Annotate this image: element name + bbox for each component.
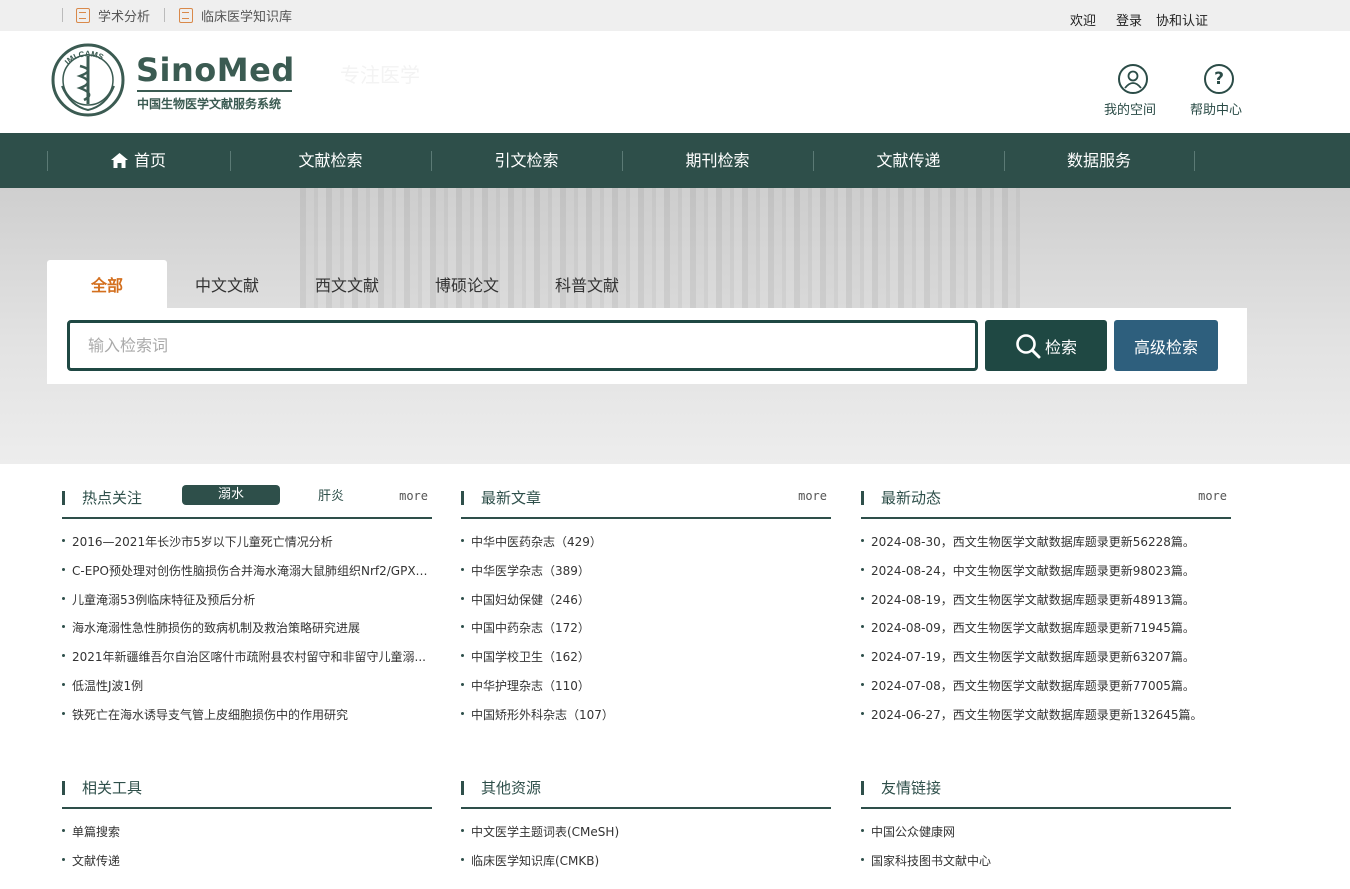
tools-title: 相关工具 [82,779,143,797]
header: IMI.CAMS SinoMed 中国生物医学文献服务系统 专注医学 我的空间 … [0,31,1350,133]
news-more-link[interactable]: more [1198,489,1227,503]
tools-panel: 相关工具 单篇搜索 文献传递 [62,775,432,881]
nav-literature-search[interactable]: 文献检索 [230,133,431,188]
advanced-search-button[interactable]: 高级检索 [1114,320,1218,371]
login-link[interactable]: 登录 [1116,10,1142,29]
list-item[interactable]: 2024-08-19，西文生物医学文献数据库题录更新48913篇。 [861,591,1231,620]
latest-articles-panel: 最新文章 more 中华中医药杂志（429） 中华医学杂志（389） 中国妇幼保… [461,485,831,735]
divider [164,8,165,22]
slogan: 专注医学 [340,63,420,87]
logo-subtitle: 中国生物医学文献服务系统 [137,97,282,111]
section-marker [62,491,65,505]
list-item[interactable]: 2024-08-30，西文生物医学文献数据库题录更新56228篇。 [861,533,1231,562]
nav-citation-search[interactable]: 引文检索 [431,133,622,188]
latest-articles-title: 最新文章 [481,489,542,507]
list-item[interactable]: 中华中医药杂志（429） [461,533,831,562]
list-item[interactable]: 中华护理杂志（110） [461,677,831,706]
academic-analysis-link[interactable]: 学术分析 [76,6,150,25]
section-marker [461,781,464,795]
search-box: 检索 高级检索 [47,308,1247,384]
pumch-auth-link[interactable]: 协和认证 [1156,10,1208,29]
list-item[interactable]: 中文医学主题词表(CMeSH) [461,823,831,852]
book-icon [179,8,193,23]
hot-more-link[interactable]: more [399,489,428,503]
logo-underline [137,90,292,92]
divider [62,8,63,22]
friend-links-title: 友情链接 [881,779,942,797]
list-item[interactable]: 2016—2021年长沙市5岁以下儿童死亡情况分析 [62,533,432,562]
clinical-kb-label: 临床医学知识库 [201,10,293,25]
main-nav: 首页 文献检索 引文检索 期刊检索 文献传递 数据服务 [0,133,1350,188]
resources-title: 其他资源 [481,779,542,797]
home-icon [110,153,128,168]
tab-chinese-literature[interactable]: 中文文献 [167,260,287,308]
my-space-link[interactable]: 我的空间 [1104,99,1156,118]
nav-home-label: 首页 [133,151,166,170]
search-input[interactable] [67,320,978,371]
search-button[interactable]: 检索 [985,320,1107,371]
latest-news-panel: 最新动态 more 2024-08-30，西文生物医学文献数据库题录更新5622… [861,485,1231,735]
nav-divider [1194,151,1195,171]
list-item[interactable]: 2024-06-27，西文生物医学文献数据库题录更新132645篇。 [861,706,1231,735]
nav-journal-search[interactable]: 期刊检索 [622,133,813,188]
top-bar: 学术分析 临床医学知识库 欢迎 登录 协和认证 [0,0,1350,31]
list-item[interactable]: 中国矫形外科杂志（107） [461,706,831,735]
tab-popular-science[interactable]: 科普文献 [527,260,647,308]
nav-document-delivery[interactable]: 文献传递 [813,133,1004,188]
friend-links-panel: 友情链接 中国公众健康网 国家科技图书文献中心 [861,775,1231,881]
nav-data-service[interactable]: 数据服务 [1004,133,1194,188]
welcome-text: 欢迎 [1070,14,1097,29]
list-item[interactable]: 国家科技图书文献中心 [861,852,1231,881]
list-item[interactable]: 2024-07-08，西文生物医学文献数据库题录更新77005篇。 [861,677,1231,706]
nav-home[interactable]: 首页 [47,133,230,188]
logo-name[interactable]: SinoMed [136,51,295,89]
section-marker [461,491,464,505]
tab-western-literature[interactable]: 西文文献 [287,260,407,308]
list-item[interactable]: 中国公众健康网 [861,823,1231,852]
articles-more-link[interactable]: more [798,489,827,503]
list-item[interactable]: 铁死亡在海水诱导支气管上皮细胞损伤中的作用研究 [62,706,432,735]
academic-analysis-label: 学术分析 [98,10,151,25]
list-item[interactable]: 文献传递 [62,852,432,881]
user-icon[interactable] [1118,64,1148,94]
hot-tag-hepatitis[interactable]: 肝炎 [318,485,344,504]
latest-news-title: 最新动态 [881,489,942,507]
list-item[interactable]: 2024-08-24，中文生物医学文献数据库题录更新98023篇。 [861,562,1231,591]
list-item[interactable]: 海水淹溺性急性肺损伤的致病机制及救治策略研究进展 [62,619,432,648]
help-center-link[interactable]: 帮助中心 [1190,99,1242,118]
section-marker [861,491,864,505]
search-button-label: 检索 [1044,337,1077,357]
hot-topics-title: 热点关注 [82,489,143,507]
list-item[interactable]: 2024-07-19，西文生物医学文献数据库题录更新63207篇。 [861,648,1231,677]
help-icon[interactable]: ? [1204,64,1234,94]
search-icon [1016,333,1041,358]
section-marker [861,781,864,795]
hot-topics-panel: 热点关注 溺水 肝炎 more 2016—2021年长沙市5岁以下儿童死亡情况分… [62,485,432,735]
hot-tag-drowning[interactable]: 溺水 [182,485,280,505]
resources-panel: 其他资源 中文医学主题词表(CMeSH) 临床医学知识库(CMKB) [461,775,831,881]
list-item[interactable]: 中国妇幼保健（246） [461,591,831,620]
logo-seal-icon: IMI.CAMS [51,43,125,117]
list-item[interactable]: 儿童淹溺53例临床特征及预后分析 [62,591,432,620]
list-item[interactable]: 中国中药杂志（172） [461,619,831,648]
list-item[interactable]: 中华医学杂志（389） [461,562,831,591]
clinical-kb-link[interactable]: 临床医学知识库 [179,6,292,25]
section-marker [62,781,65,795]
list-item[interactable]: 单篇搜索 [62,823,432,852]
list-item[interactable]: 中国学校卫生（162） [461,648,831,677]
list-item[interactable]: 低温性J波1例 [62,677,432,706]
list-item[interactable]: C-EPO预处理对创伤性脑损伤合并海水淹溺大鼠肺组织Nrf2/GPX4... [62,562,432,591]
tab-all[interactable]: 全部 [47,260,167,308]
list-item[interactable]: 2021年新疆维吾尔自治区喀什市疏附县农村留守和非留守儿童溺... [62,648,432,677]
list-item[interactable]: 2024-08-09，西文生物医学文献数据库题录更新71945篇。 [861,619,1231,648]
tab-theses[interactable]: 博硕论文 [407,260,527,308]
analysis-icon [76,8,90,23]
list-item[interactable]: 临床医学知识库(CMKB) [461,852,831,881]
